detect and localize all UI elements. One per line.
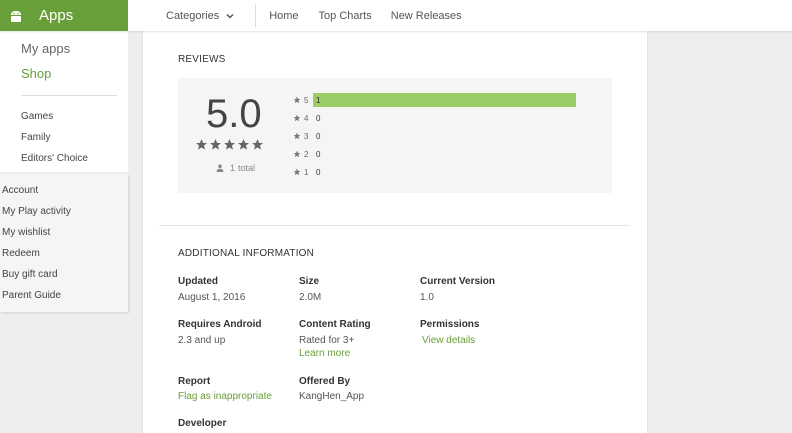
histogram-stars: 2 — [304, 149, 309, 159]
permissions-label: Permissions — [420, 319, 480, 330]
nav-divider — [255, 4, 257, 27]
offered-by-label: Offered By — [299, 376, 351, 387]
star-icon — [293, 114, 301, 122]
histogram-row-1: 1 0 — [293, 165, 320, 179]
histogram-count: 0 — [316, 168, 321, 177]
sidebar-item-buy-gift-card[interactable]: Buy gift card — [2, 269, 58, 280]
star-icon — [293, 168, 301, 176]
sidebar-item-my-play-activity[interactable]: My Play activity — [2, 206, 71, 217]
updated-value: August 1, 2016 — [178, 292, 246, 303]
sidebar-account: Account My Play activity My wishlist Red… — [0, 174, 128, 312]
requires-android-label: Requires Android — [178, 319, 262, 330]
star-icon — [293, 150, 301, 158]
average-score: 5.0 — [206, 92, 262, 136]
apps-label: Apps — [39, 7, 74, 24]
sidebar-item-shop[interactable]: Shop — [21, 66, 51, 81]
requires-android-value: 2.3 and up — [178, 335, 226, 346]
view-details-link[interactable]: View details — [422, 335, 475, 346]
total-label: total — [238, 163, 256, 173]
star-icon — [237, 138, 250, 151]
histogram-row-2: 2 0 — [293, 147, 320, 161]
nav-top-charts-link[interactable]: Top Charts — [319, 0, 372, 31]
content-rating-label: Content Rating — [299, 319, 371, 330]
app-details-card: REVIEWS 5.0 1 total 5 1 4 0 3 0 2 0 1 0 … — [143, 31, 647, 433]
reviews-heading: REVIEWS — [178, 54, 226, 65]
size-label: Size — [299, 276, 320, 287]
learn-more-link[interactable]: Learn more — [299, 348, 350, 359]
sidebar-main: My apps Shop Games Family Editors' Choic… — [0, 31, 128, 172]
sidebar-item-family[interactable]: Family — [21, 132, 50, 143]
top-bar: Apps Categories Home Top Charts New Rele… — [0, 0, 792, 31]
top-nav: Categories Home Top Charts New Releases — [128, 0, 462, 31]
android-icon — [9, 9, 23, 23]
total-reviews: 1 total — [216, 163, 255, 173]
sidebar-item-games[interactable]: Games — [21, 111, 53, 122]
star-icon — [195, 138, 208, 151]
person-icon — [216, 164, 224, 172]
total-count: 1 — [230, 163, 236, 173]
nav-home-link[interactable]: Home — [269, 0, 298, 31]
rating-summary: 5.0 1 total 5 1 4 0 3 0 2 0 1 0 — [178, 78, 612, 193]
size-value: 2.0M — [299, 292, 322, 303]
sidebar-item-parent-guide[interactable]: Parent Guide — [2, 290, 61, 301]
histogram-row-4: 4 0 — [293, 111, 320, 125]
histogram-stars: 4 — [304, 113, 309, 123]
star-icon — [293, 96, 301, 104]
sidebar-item-my-wishlist[interactable]: My wishlist — [2, 227, 50, 238]
sidebar-divider — [21, 95, 117, 96]
current-version-value: 1.0 — [420, 292, 434, 303]
content-rating-value: Rated for 3+ — [299, 335, 355, 346]
categories-label: Categories — [166, 9, 220, 22]
histogram-row-5: 5 1 — [293, 93, 576, 107]
report-label: Report — [178, 376, 211, 387]
star-icon — [251, 138, 264, 151]
histogram-count: 0 — [316, 150, 321, 159]
flag-inappropriate-link[interactable]: Flag as inappropriate — [178, 391, 272, 402]
chevron-down-icon — [225, 11, 235, 21]
sidebar-item-my-apps[interactable]: My apps — [21, 41, 70, 56]
additional-info-heading: ADDITIONAL INFORMATION — [178, 248, 315, 259]
histogram-stars: 1 — [304, 167, 309, 177]
star-icon — [293, 132, 301, 140]
developer-label: Developer — [178, 418, 227, 429]
histogram-count: 1 — [316, 96, 321, 105]
sidebar-item-account[interactable]: Account — [2, 185, 38, 196]
nav-new-releases-link[interactable]: New Releases — [391, 0, 462, 31]
star-icon — [209, 138, 222, 151]
star-icon — [223, 138, 236, 151]
current-version-label: Current Version — [420, 276, 496, 287]
star-rating — [195, 138, 265, 151]
offered-by-value: KangHen_App — [299, 391, 365, 402]
histogram-stars: 3 — [304, 131, 309, 141]
section-divider — [159, 225, 629, 226]
categories-dropdown[interactable]: Categories — [166, 0, 235, 31]
histogram-row-3: 3 0 — [293, 129, 320, 143]
updated-label: Updated — [178, 276, 218, 287]
sidebar-item-redeem[interactable]: Redeem — [2, 248, 40, 259]
histogram-count: 0 — [316, 132, 321, 141]
sidebar-item-editors-choice[interactable]: Editors' Choice — [21, 153, 88, 164]
histogram-bar — [313, 93, 576, 107]
apps-brand[interactable]: Apps — [0, 0, 128, 31]
histogram-count: 0 — [316, 114, 321, 123]
